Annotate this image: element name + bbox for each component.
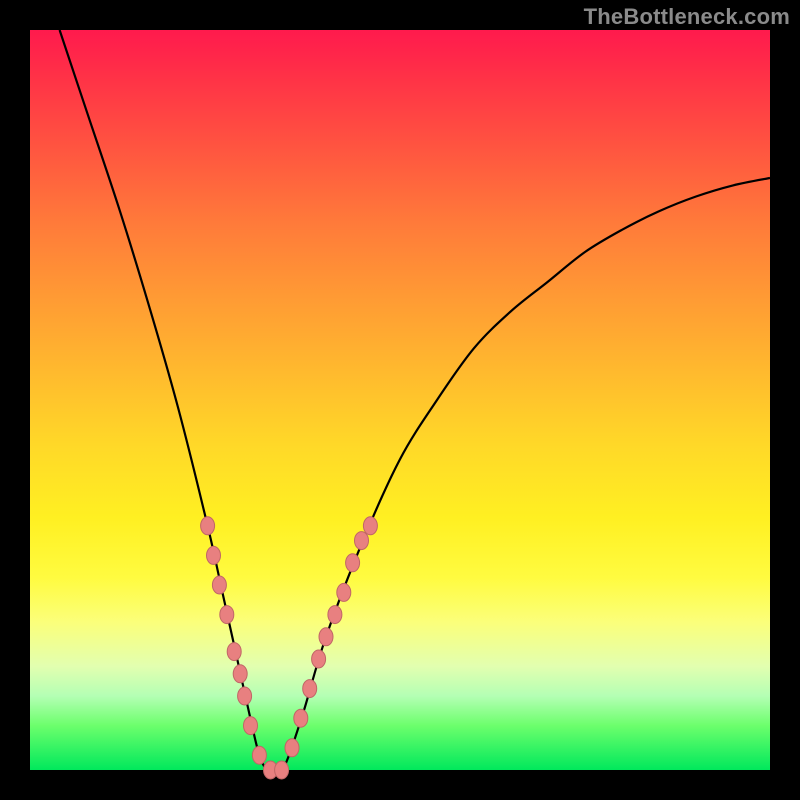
data-marker [227,643,241,661]
data-marker [201,517,215,535]
marker-group [201,517,378,779]
data-marker [220,606,234,624]
watermark-text: TheBottleneck.com [584,4,790,30]
data-marker [312,650,326,668]
data-marker [355,532,369,550]
data-marker [207,546,221,564]
bottleneck-curve [60,30,770,771]
data-marker [238,687,252,705]
data-marker [303,680,317,698]
data-marker [319,628,333,646]
data-marker [328,606,342,624]
data-marker [244,717,258,735]
data-marker [275,761,289,779]
data-marker [285,739,299,757]
chart-svg [30,30,770,770]
data-marker [294,709,308,727]
data-marker [252,746,266,764]
data-marker [233,665,247,683]
data-marker [346,554,360,572]
data-marker [212,576,226,594]
data-marker [363,517,377,535]
data-marker [337,583,351,601]
